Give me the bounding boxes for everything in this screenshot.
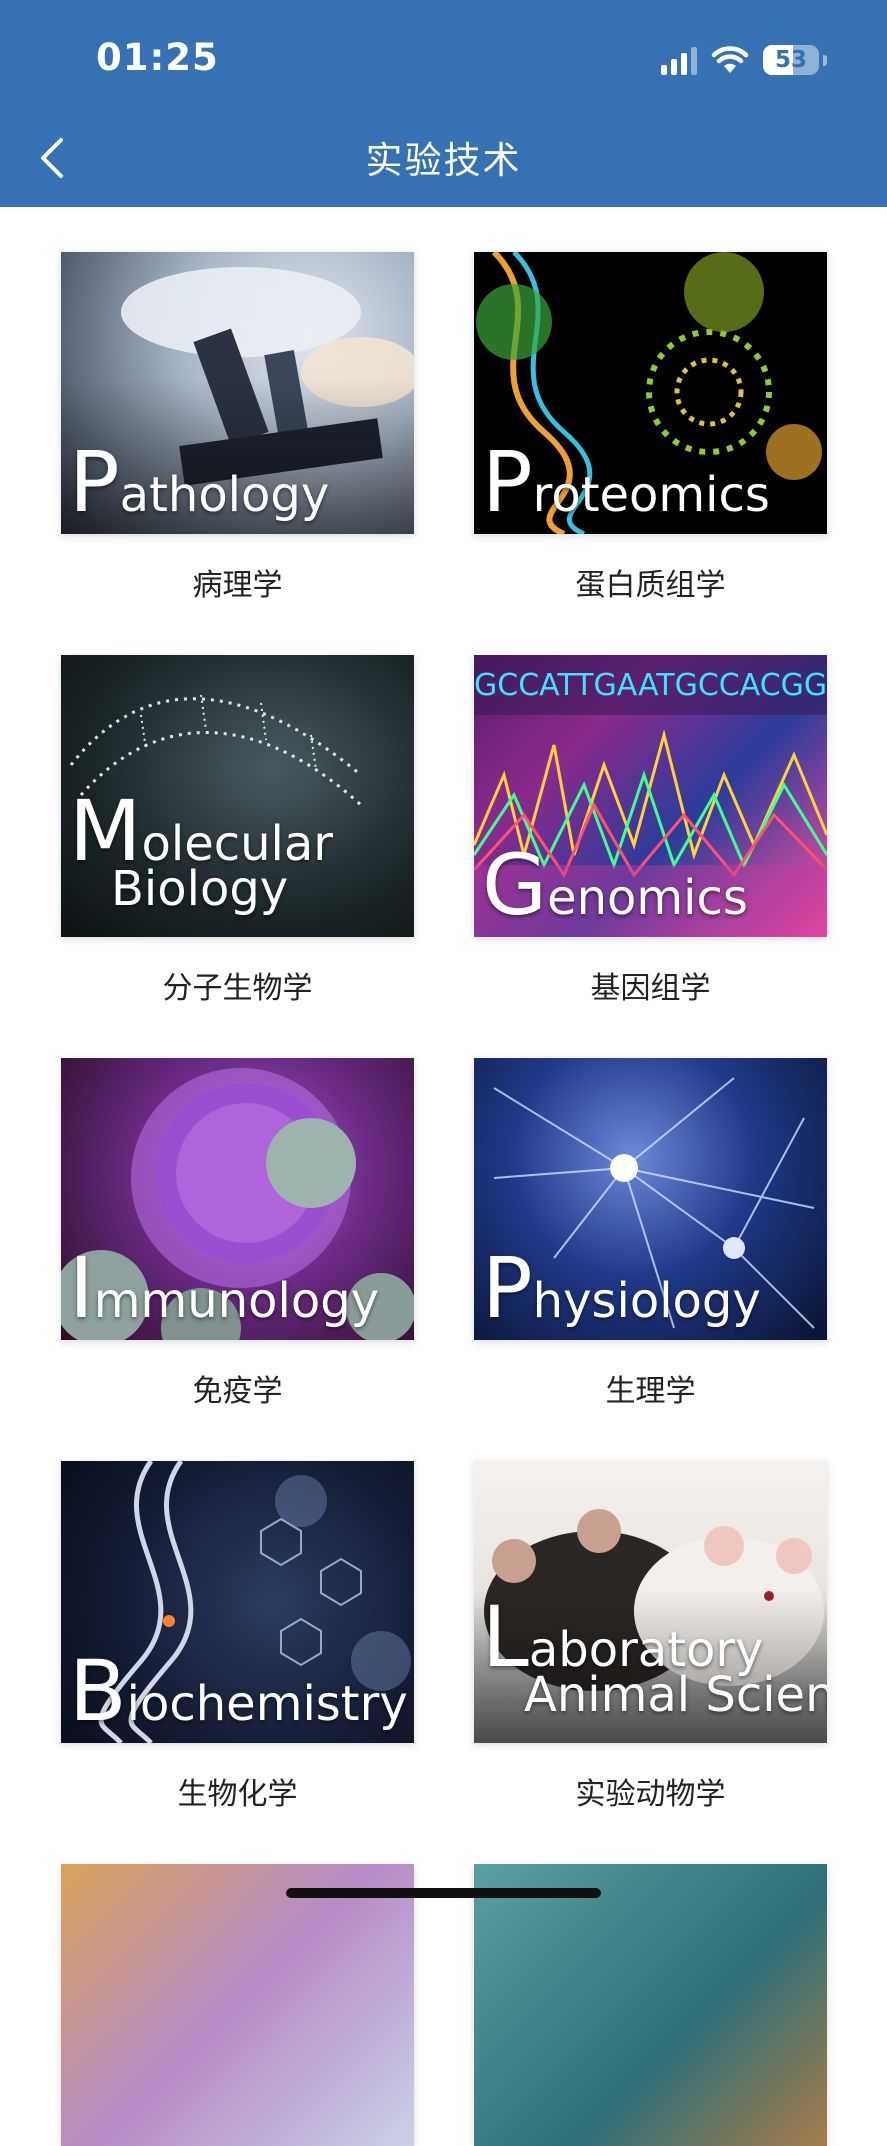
cover-title: Molecular Biology [69,782,334,917]
card-caption: 生理学 [605,1374,696,1409]
card-partial-right[interactable] [474,1864,827,2146]
card-thumbnail: LaboratoryAnimal Science [474,1461,827,1743]
cellular-signal-icon [661,45,697,75]
card-caption: 实验动物学 [575,1777,726,1812]
card-thumbnail: Pathology [61,252,414,534]
card-physiology[interactable]: Physiology 生理学 [474,1058,827,1410]
card-proteomics[interactable]: Proteomics 蛋白质组学 [474,252,827,604]
card-caption: 分子生物学 [162,971,313,1006]
card-molecular-biology[interactable]: Molecular Biology 分子生物学 [61,655,414,1007]
card-partial-left[interactable] [61,1864,414,2146]
card-thumbnail [61,1864,414,2146]
card-immunology[interactable]: Immunology 免疫学 [61,1058,414,1410]
cover-title: Genomics [482,836,748,934]
card-thumbnail: Proteomics [474,252,827,534]
home-indicator[interactable] [286,1888,601,1898]
cover-title: LaboratoryAnimal Science [482,1588,827,1723]
card-thumbnail: Physiology [474,1058,827,1340]
card-genomics[interactable]: GCCATTGAATGCCACGG Genomics 基因组学 [474,655,827,1007]
cover-title: Proteomics [482,433,770,531]
status-icons: 53 [661,42,827,78]
card-thumbnail: Immunology [61,1058,414,1340]
card-thumbnail: Molecular Biology [61,655,414,937]
card-caption: 免疫学 [192,1374,283,1409]
status-time: 01:25 [96,36,219,79]
card-pathology[interactable]: Pathology 病理学 [61,252,414,604]
card-laboratory-animal-science[interactable]: LaboratoryAnimal Science 实验动物学 [474,1461,827,1813]
battery-level: 53 [774,47,807,73]
battery-indicator: 53 [763,45,819,75]
card-caption: 生物化学 [177,1777,298,1812]
card-biochemistry[interactable]: Biochemistry 生物化学 [61,1461,414,1813]
card-thumbnail: Biochemistry [61,1461,414,1743]
card-caption: 蛋白质组学 [575,568,726,603]
wifi-icon [711,45,749,75]
card-thumbnail [474,1864,827,2146]
battery-tip [823,54,827,66]
cover-title: Biochemistry [69,1642,408,1740]
cover-title: Pathology [69,433,330,531]
card-caption: 基因组学 [590,971,711,1006]
card-caption: 病理学 [192,568,283,603]
page-title: 实验技术 [365,139,522,182]
app-header: 01:25 53 实验技术 [0,0,887,207]
cover-title: Immunology [69,1239,380,1337]
card-thumbnail: GCCATTGAATGCCACGG Genomics [474,655,827,937]
cover-title: Physiology [482,1239,761,1337]
svg-text:GCCATTGAATGCCACGG: GCCATTGAATGCCACGG [474,668,827,703]
